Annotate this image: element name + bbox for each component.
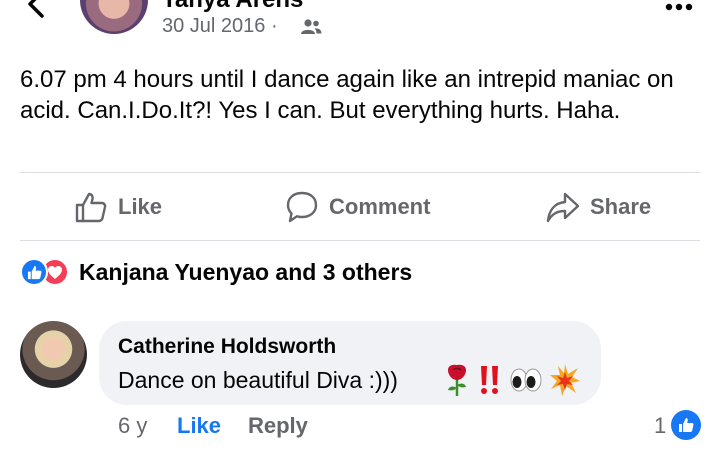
author-name[interactable]: Tanya Arens: [162, 0, 303, 14]
comment-text: Dance on beautiful Diva :))): [118, 367, 398, 393]
like-button[interactable]: Like: [74, 188, 162, 226]
reactions-summary[interactable]: Kanjana Yuenyao and 3 others: [20, 258, 412, 286]
share-label: Share: [590, 194, 652, 219]
comment-like-button[interactable]: Like: [177, 413, 221, 439]
comment-like-count[interactable]: 1: [654, 413, 666, 439]
comment-time: 6 y: [118, 413, 148, 438]
comment-author[interactable]: Catherine Holdsworth: [118, 335, 336, 359]
post-date[interactable]: 30 Jul 2016 ·: [162, 15, 278, 38]
comment-label: Comment: [329, 194, 431, 219]
post-text: 6.07 pm 4 hours until I dance again like…: [20, 66, 674, 124]
like-reaction-icon: [20, 258, 48, 286]
share-arrow-icon: [546, 192, 580, 223]
divider: [20, 240, 700, 241]
collision-icon: [550, 364, 580, 396]
eyes-icon: [510, 368, 542, 392]
more-dots-icon[interactable]: [664, 0, 694, 14]
author-avatar[interactable]: [80, 0, 148, 34]
divider: [20, 172, 700, 173]
comment-button[interactable]: Comment: [285, 188, 430, 226]
comment-bubble: Catherine Holdsworth Dance on beautiful …: [99, 321, 601, 405]
friends-icon: [301, 19, 322, 34]
comment-reply-button[interactable]: Reply: [248, 413, 308, 439]
comment-bubble-icon: [286, 191, 318, 223]
chevron-left-icon[interactable]: [22, 0, 52, 20]
like-reaction-icon[interactable]: [671, 410, 701, 440]
rose-icon: [448, 364, 466, 396]
reactions-label[interactable]: Kanjana Yuenyao and 3 others: [79, 259, 412, 286]
share-button[interactable]: Share: [546, 188, 651, 226]
thumbs-up-icon: [75, 192, 107, 223]
commenter-avatar[interactable]: [20, 321, 87, 388]
like-label: Like: [118, 194, 163, 219]
double-exclamation-icon: [481, 366, 498, 394]
